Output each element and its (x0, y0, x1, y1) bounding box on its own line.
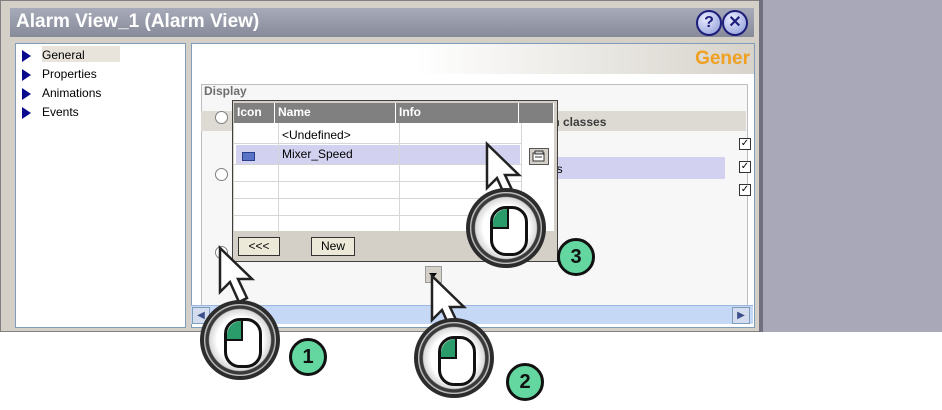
alarm-class-checkbox-2[interactable]: ✓ (739, 161, 751, 173)
column-header-extra (519, 103, 553, 123)
properties-icon[interactable] (529, 148, 549, 165)
mouse-body (224, 318, 262, 368)
scroll-right-icon[interactable]: ▶ (732, 307, 750, 324)
mouse-body (438, 336, 476, 386)
alarm-class-checkbox-3[interactable]: ✓ (739, 184, 751, 196)
grid-line (278, 123, 279, 231)
list-item-name[interactable]: Mixer_Speed (282, 147, 353, 161)
column-header-info[interactable]: Info (396, 103, 519, 123)
tree-item-label: General (42, 48, 85, 62)
step-badge-1: 1 (289, 338, 327, 376)
new-button[interactable]: New (311, 237, 355, 256)
window-title: Alarm View_1 (Alarm View) (16, 11, 260, 32)
property-tree: General Properties Animations Events (15, 43, 186, 328)
column-header-icon[interactable]: Icon (234, 103, 275, 123)
alarm-class-row-selected[interactable] (549, 157, 725, 179)
display-group-label: Display (204, 84, 247, 98)
title-bar: Alarm View_1 (Alarm View) ? ✕ (10, 8, 754, 37)
mouse-click-icon (466, 188, 546, 268)
list-item-name[interactable]: <Undefined> (282, 128, 351, 142)
left-button-highlight (493, 209, 509, 229)
grid-line (399, 123, 400, 231)
arrow-icon (22, 107, 31, 119)
step-badge-3: 3 (557, 238, 595, 276)
tree-item-label: Properties (42, 67, 97, 81)
workspace-background (763, 0, 942, 332)
display-radio-2[interactable] (215, 168, 228, 181)
panel-title: Gener (695, 48, 750, 69)
arrow-icon (22, 50, 31, 62)
panel-header: Gener (192, 44, 754, 74)
step-badge-2: 2 (506, 363, 544, 401)
display-radio-1[interactable] (215, 111, 228, 124)
tree-item-label: Animations (42, 86, 102, 100)
mouse-click-icon (414, 318, 494, 398)
left-button-highlight (227, 321, 243, 341)
help-icon[interactable]: ? (696, 10, 722, 36)
arrow-icon (22, 69, 31, 81)
variable-icon (242, 152, 255, 161)
close-icon[interactable]: ✕ (722, 10, 748, 36)
alarm-class-checkbox-1[interactable]: ✓ (739, 138, 751, 150)
tree-item-label: Events (42, 105, 79, 119)
left-button-highlight (441, 339, 457, 359)
arrow-icon (22, 88, 31, 100)
column-header-name[interactable]: Name (275, 103, 396, 123)
mouse-click-icon (200, 300, 280, 380)
mouse-body (490, 206, 528, 256)
